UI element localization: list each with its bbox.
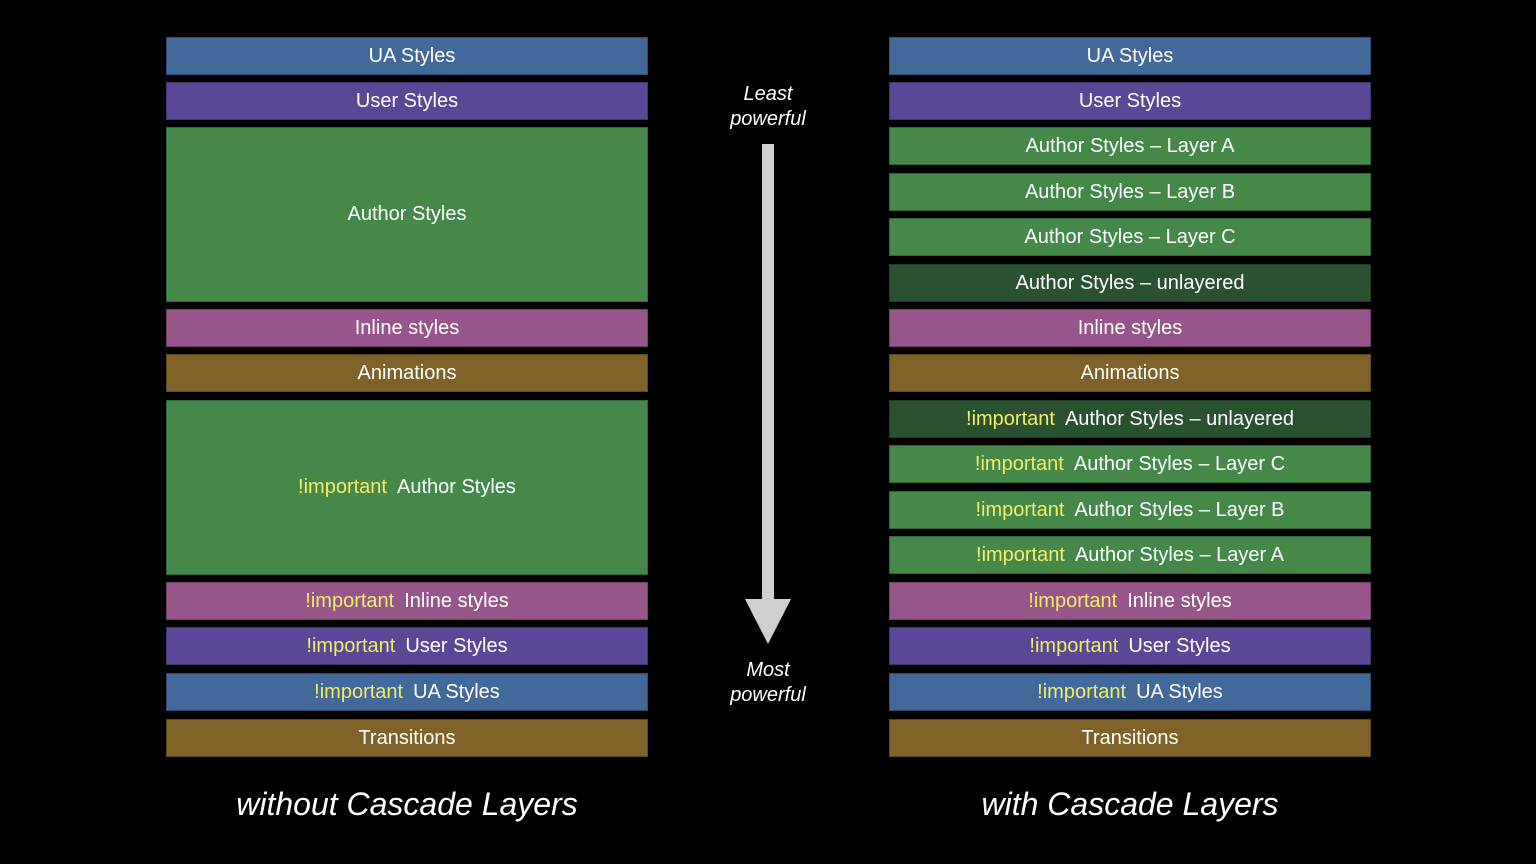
important-tag: !important bbox=[314, 680, 404, 703]
box-label: User Styles bbox=[1078, 89, 1182, 112]
left-box-transitions: Transitions bbox=[166, 719, 648, 757]
important-tag: !important bbox=[974, 452, 1064, 475]
right-box-author-styles-layer-c: Author Styles – Layer C bbox=[889, 218, 1371, 256]
important-tag: !important bbox=[1029, 634, 1119, 657]
box-label: User Styles bbox=[1128, 634, 1231, 657]
right-box-inline-styles: Inline styles bbox=[889, 309, 1371, 347]
box-label: Inline styles bbox=[404, 589, 509, 612]
least-label-line2: powerful bbox=[730, 108, 806, 130]
left-caption: without Cascade Layers bbox=[236, 786, 578, 822]
right-box-author-styles-layer-a: Author Styles – Layer A bbox=[889, 127, 1371, 165]
most-label-line2: powerful bbox=[730, 684, 806, 706]
box-label: Author Styles bbox=[396, 476, 516, 498]
right-box-user-styles: User Styles bbox=[889, 82, 1371, 120]
box-label: Author Styles bbox=[347, 203, 467, 225]
box-label: User Styles bbox=[405, 634, 508, 657]
box-label: Author Styles – Layer C bbox=[1024, 225, 1236, 248]
important-tag: !important bbox=[1037, 680, 1127, 703]
right-caption: with Cascade Layers bbox=[981, 786, 1279, 822]
box-label: Author Styles – Layer B bbox=[1024, 180, 1236, 203]
left-box-author-styles: Author Styles bbox=[166, 127, 648, 302]
box-label: UA Styles bbox=[413, 680, 500, 703]
right-box-important-inline-styles: !important Inline styles bbox=[889, 582, 1371, 620]
important-tag: !important bbox=[976, 543, 1065, 566]
left-box-important-user-styles: !important User Styles bbox=[166, 627, 648, 665]
arrow-head bbox=[745, 599, 791, 644]
arrow-shaft bbox=[762, 144, 774, 602]
left-box-important-ua-styles: !important UA Styles bbox=[166, 673, 648, 711]
right-box-ua-styles: UA Styles bbox=[889, 37, 1371, 75]
left-box-inline-styles: Inline styles bbox=[166, 309, 648, 347]
right-box-important-author-styles-layer-c: !important Author Styles – Layer C bbox=[889, 445, 1371, 483]
box-label: Inline styles bbox=[354, 316, 460, 339]
box-label: Author Styles – Layer B bbox=[1074, 498, 1285, 521]
important-tag: !important bbox=[305, 589, 395, 612]
right-box-important-ua-styles: !important UA Styles bbox=[889, 673, 1371, 711]
important-tag: !important bbox=[966, 407, 1055, 430]
left-box-animations: Animations bbox=[166, 354, 648, 392]
most-powerful-label: Most powerful bbox=[698, 658, 838, 708]
box-label: User Styles bbox=[355, 89, 459, 112]
box-label: Inline styles bbox=[1077, 316, 1183, 339]
box-label: Inline styles bbox=[1127, 589, 1232, 612]
box-label: UA Styles bbox=[1086, 44, 1174, 67]
important-tag: !important bbox=[1028, 589, 1118, 612]
down-arrow-icon bbox=[745, 144, 791, 644]
box-label: Animations bbox=[357, 361, 457, 384]
right-box-important-user-styles: !important User Styles bbox=[889, 627, 1371, 665]
box-label: Animations bbox=[1080, 361, 1180, 384]
box-label: UA Styles bbox=[1136, 680, 1223, 703]
left-box-user-styles: User Styles bbox=[166, 82, 648, 120]
left-box-ua-styles: UA Styles bbox=[166, 37, 648, 75]
left-box-important-author-styles: !important Author Styles bbox=[166, 400, 648, 575]
right-box-author-styles-layer-b: Author Styles – Layer B bbox=[889, 173, 1371, 211]
right-box-transitions: Transitions bbox=[889, 719, 1371, 757]
important-tag: !important bbox=[306, 634, 396, 657]
least-label-line1: Least bbox=[743, 83, 793, 105]
left-box-important-inline-styles: !important Inline styles bbox=[166, 582, 648, 620]
right-box-animations: Animations bbox=[889, 354, 1371, 392]
important-tag: !important bbox=[975, 498, 1065, 521]
box-label: UA Styles bbox=[368, 44, 456, 67]
right-box-author-styles-unlayered: Author Styles – unlayered bbox=[889, 264, 1371, 302]
important-tag: !important bbox=[298, 476, 387, 498]
box-label: Author Styles – Layer A bbox=[1074, 543, 1284, 566]
least-powerful-label: Least powerful bbox=[698, 82, 838, 132]
most-label-line1: Most bbox=[746, 659, 790, 681]
box-label: Author Styles – unlayered bbox=[1064, 407, 1294, 430]
box-label: Author Styles – unlayered bbox=[1015, 271, 1245, 294]
right-box-important-author-styles-layer-a: !important Author Styles – Layer A bbox=[889, 536, 1371, 574]
box-label: Author Styles – Layer C bbox=[1073, 452, 1286, 475]
right-box-important-author-styles-layer-b: !important Author Styles – Layer B bbox=[889, 491, 1371, 529]
box-label: Author Styles – Layer A bbox=[1025, 134, 1235, 157]
box-label: Transitions bbox=[358, 726, 456, 749]
box-label: Transitions bbox=[1081, 726, 1179, 749]
right-box-important-author-styles-unlayered: !important Author Styles – unlayered bbox=[889, 400, 1371, 438]
